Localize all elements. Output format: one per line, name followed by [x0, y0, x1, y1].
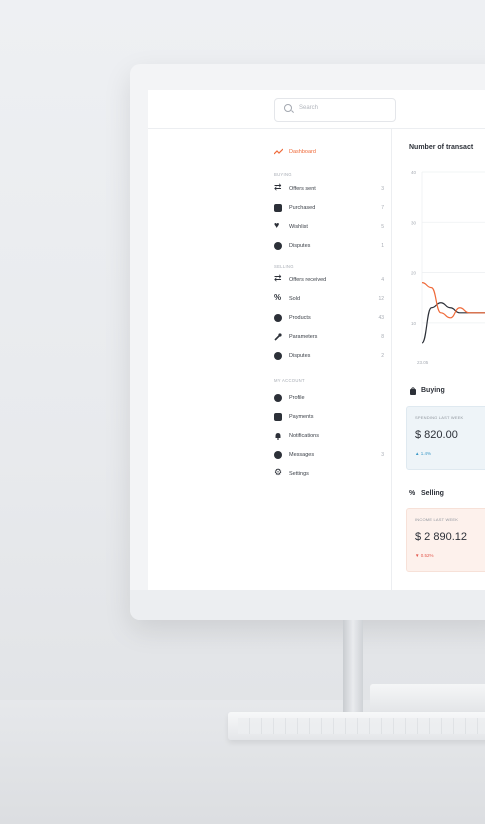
sidebar-item-products[interactable]: Products 43	[274, 312, 384, 324]
top-bar: Search	[148, 90, 485, 129]
sidebar-item-label: Products	[289, 315, 311, 321]
sidebar-item-count: 4	[381, 277, 384, 283]
heart-icon	[274, 220, 282, 231]
sidebar-item-label: Disputes	[289, 243, 311, 249]
sidebar-item-label: Disputes	[289, 353, 311, 359]
bag-icon	[274, 204, 282, 212]
dispute-icon	[274, 352, 282, 360]
sidebar-item-payments[interactable]: Payments	[274, 411, 384, 423]
income-card[interactable]: INCOME LAST WEEK $ 2 890.12 ▼ 0.52%	[406, 508, 485, 572]
y-tick-label: 20	[411, 271, 417, 276]
gear-icon	[274, 467, 282, 478]
sidebar-item-count: 3	[381, 452, 384, 458]
screen: Search Dashboard BUYING Offers sent 3 Pu…	[148, 90, 485, 590]
card-icon	[274, 413, 282, 421]
series-line-1	[421, 282, 485, 319]
transactions-chart: 40 30 20 10 23.05	[411, 170, 485, 365]
sidebar-item-messages[interactable]: Messages 3	[274, 449, 384, 461]
sidebar-item-dashboard[interactable]: Dashboard	[273, 146, 384, 158]
dispute-icon	[274, 242, 282, 250]
sidebar-item-purchased[interactable]: Purchased 7	[274, 202, 384, 214]
sidebar-item-label: Purchased	[289, 205, 316, 211]
section-title-buying: Buying	[421, 387, 445, 394]
sidebar-item-notifications[interactable]: Notifications	[274, 430, 384, 442]
sidebar-item-count: 1	[381, 243, 384, 249]
trend-icon	[273, 148, 284, 156]
section-header-account: MY ACCOUNT	[274, 378, 305, 383]
monitor-base	[370, 684, 485, 714]
y-tick-label: 30	[411, 220, 417, 225]
sidebar-item-settings[interactable]: Settings	[274, 467, 384, 480]
sidebar-item-label: Offers sent	[289, 186, 316, 192]
x-tick-label: 23.05	[417, 360, 429, 365]
sidebar-item-profile[interactable]: Profile	[274, 392, 384, 404]
percent-icon: %	[409, 490, 416, 497]
sidebar-item-disputes-selling[interactable]: Disputes 2	[274, 350, 384, 362]
sidebar-item-label: Dashboard	[289, 149, 316, 155]
bell-icon	[274, 432, 282, 440]
percent-icon	[274, 293, 282, 303]
sidebar-item-parameters[interactable]: Parameters 8	[274, 331, 384, 343]
y-tick-label: 40	[411, 170, 417, 175]
monitor-stand	[343, 620, 363, 712]
card-change: ▲ 1.4%	[415, 451, 431, 456]
y-tick-label: 10	[411, 321, 417, 326]
main-content: Number of transact 40 30 20 10 23.05 Buying …	[392, 128, 485, 590]
card-value: $ 820.00	[415, 429, 458, 441]
sidebar-item-label: Sold	[289, 296, 301, 302]
search-placeholder: Search	[299, 105, 319, 111]
box-icon	[274, 314, 282, 322]
scene: Search Dashboard BUYING Offers sent 3 Pu…	[0, 0, 485, 824]
section-header-buying: BUYING	[274, 172, 292, 177]
sidebar-item-label: Wishlist	[289, 224, 308, 230]
sidebar-item-label: Offers received	[289, 277, 327, 283]
swap-icon	[274, 182, 282, 193]
sidebar-item-count: 7	[381, 205, 384, 211]
search-input[interactable]: Search	[274, 98, 396, 122]
chat-icon	[274, 451, 282, 459]
sidebar-item-disputes-buying[interactable]: Disputes 1	[274, 240, 384, 252]
monitor-chin	[130, 590, 485, 620]
sidebar-item-label: Messages	[289, 452, 315, 458]
bag-icon	[410, 387, 416, 395]
sidebar-item-label: Notifications	[289, 433, 319, 439]
sidebar-item-count: 3	[381, 186, 384, 192]
sidebar-item-count: 43	[378, 315, 384, 321]
sidebar-item-count: 5	[381, 224, 384, 230]
wrench-icon	[274, 333, 282, 341]
sidebar-item-offers-received[interactable]: Offers received 4	[274, 273, 384, 286]
sidebar-item-label: Settings	[289, 471, 309, 477]
sidebar-item-sold[interactable]: Sold 12	[274, 293, 384, 305]
card-label: INCOME LAST WEEK	[415, 517, 459, 522]
keyboard	[228, 712, 485, 740]
sidebar-item-label: Parameters	[289, 334, 318, 340]
sidebar-item-offers-sent[interactable]: Offers sent 3	[274, 182, 384, 195]
card-change: ▼ 0.52%	[415, 553, 434, 558]
sidebar-item-wishlist[interactable]: Wishlist 5	[274, 220, 384, 233]
sidebar-item-count: 12	[378, 296, 384, 302]
sidebar-item-count: 8	[381, 334, 384, 340]
section-title-selling: Selling	[421, 490, 444, 497]
swap-icon	[274, 273, 282, 284]
search-icon	[284, 104, 292, 112]
spending-card[interactable]: SPENDING LAST WEEK $ 820.00 ▲ 1.4%	[406, 406, 485, 470]
card-value: $ 2 890.12	[415, 531, 467, 543]
keyboard-keys	[238, 718, 485, 734]
sidebar-item-count: 2	[381, 353, 384, 359]
sidebar-item-label: Profile	[289, 395, 305, 401]
chart-title: Number of transact	[409, 144, 474, 151]
sidebar: Dashboard BUYING Offers sent 3 Purchased…	[148, 128, 392, 590]
user-icon	[274, 394, 282, 402]
section-header-selling: SELLING	[274, 264, 294, 269]
card-label: SPENDING LAST WEEK	[415, 415, 464, 420]
sidebar-item-label: Payments	[289, 414, 314, 420]
